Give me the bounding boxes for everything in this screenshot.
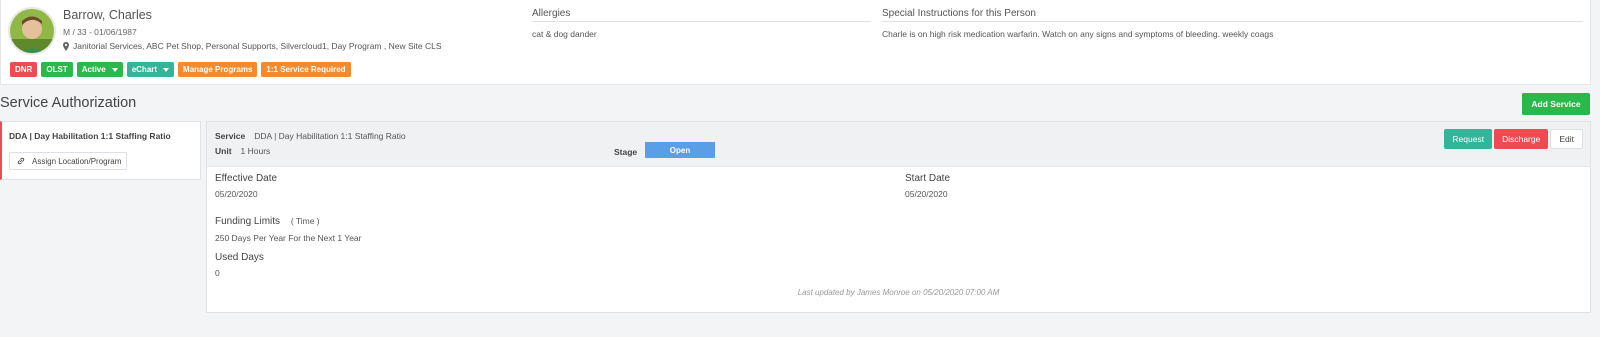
- link-icon: [17, 157, 25, 165]
- assign-location-button[interactable]: Assign Location/Program: [9, 152, 127, 170]
- avatar[interactable]: [8, 7, 56, 55]
- edit-button[interactable]: Edit: [1550, 129, 1583, 149]
- service-label: Service: [215, 131, 246, 141]
- divider: [532, 21, 871, 22]
- assign-location-label: Assign Location/Program: [32, 156, 122, 166]
- person-locations: Janitorial Services, ABC Pet Shop, Perso…: [63, 41, 442, 51]
- dnr-badge[interactable]: DNR: [10, 62, 38, 77]
- allergies-value: cat & dog dander: [532, 29, 597, 39]
- echart-dropdown[interactable]: eChart: [126, 62, 175, 77]
- manage-programs-button[interactable]: Manage Programs: [178, 62, 258, 77]
- service-detail-card: Service DDA | Day Habilitation 1:1 Staff…: [206, 121, 1591, 313]
- funding-limits-title: Funding Limits: [215, 216, 281, 227]
- stage-label: Stage: [614, 147, 638, 157]
- used-days-label: Used Days: [215, 252, 264, 263]
- status-badges: DNR OLST Active eChart Manage Programs 1…: [10, 62, 351, 77]
- start-date-value: 05/20/2020: [905, 189, 948, 199]
- discharge-button[interactable]: Discharge: [1494, 129, 1549, 149]
- stage-status-badge: Open: [645, 142, 715, 158]
- allergies-label: Allergies: [532, 8, 571, 19]
- map-pin-icon: [63, 41, 69, 51]
- add-service-button[interactable]: Add Service: [1522, 93, 1590, 115]
- last-updated-note: Last updated by James Monroe on 05/20/20…: [797, 288, 1000, 297]
- service-list-item[interactable]: DDA | Day Habilitation 1:1 Staffing Rati…: [0, 121, 201, 180]
- echart-label: eChart: [131, 65, 158, 74]
- unit-label: Unit: [215, 146, 232, 156]
- locations-text: Janitorial Services, ABC Pet Shop, Perso…: [73, 41, 442, 51]
- person-header: Barrow, Charles M / 33 - 01/06/1987 Jani…: [0, 0, 1591, 85]
- olst-badge[interactable]: OLST: [41, 62, 73, 77]
- request-button[interactable]: Request: [1444, 129, 1493, 149]
- effective-date-label: Effective Date: [215, 173, 278, 184]
- used-days-value: 0: [215, 268, 220, 278]
- active-label: Active: [81, 65, 106, 74]
- funding-limits-label: Funding Limits ( Time ): [215, 216, 320, 227]
- page-title: Service Authorization: [0, 95, 137, 111]
- person-name: Barrow, Charles: [63, 8, 152, 22]
- active-dropdown[interactable]: Active: [76, 62, 123, 77]
- service-actions: Request Discharge Edit: [1444, 129, 1583, 149]
- special-instructions-value: Charle is on high risk medication warfar…: [882, 29, 1274, 39]
- funding-limits-value: 250 Days Per Year For the Next 1 Year: [215, 233, 362, 243]
- special-instructions-label: Special Instructions for this Person: [882, 8, 1036, 19]
- service-required-badge[interactable]: 1:1 Service Required: [261, 62, 351, 77]
- service-list-item-title: DDA | Day Habilitation 1:1 Staffing Rati…: [9, 131, 171, 141]
- effective-date-value: 05/20/2020: [215, 189, 258, 199]
- person-meta: M / 33 - 01/06/1987: [63, 27, 137, 37]
- service-detail-header: Service DDA | Day Habilitation 1:1 Staff…: [207, 122, 1590, 167]
- service-value: DDA | Day Habilitation 1:1 Staffing Rati…: [254, 131, 406, 141]
- service-row: Service DDA | Day Habilitation 1:1 Staff…: [215, 131, 406, 141]
- unit-row: Unit 1 Hours: [215, 146, 270, 156]
- chevron-down-icon: [163, 67, 170, 72]
- chevron-down-icon: [111, 67, 118, 72]
- start-date-label: Start Date: [905, 173, 951, 184]
- funding-limits-unit: ( Time ): [290, 216, 320, 226]
- divider: [882, 21, 1583, 22]
- unit-value: 1 Hours: [240, 146, 271, 156]
